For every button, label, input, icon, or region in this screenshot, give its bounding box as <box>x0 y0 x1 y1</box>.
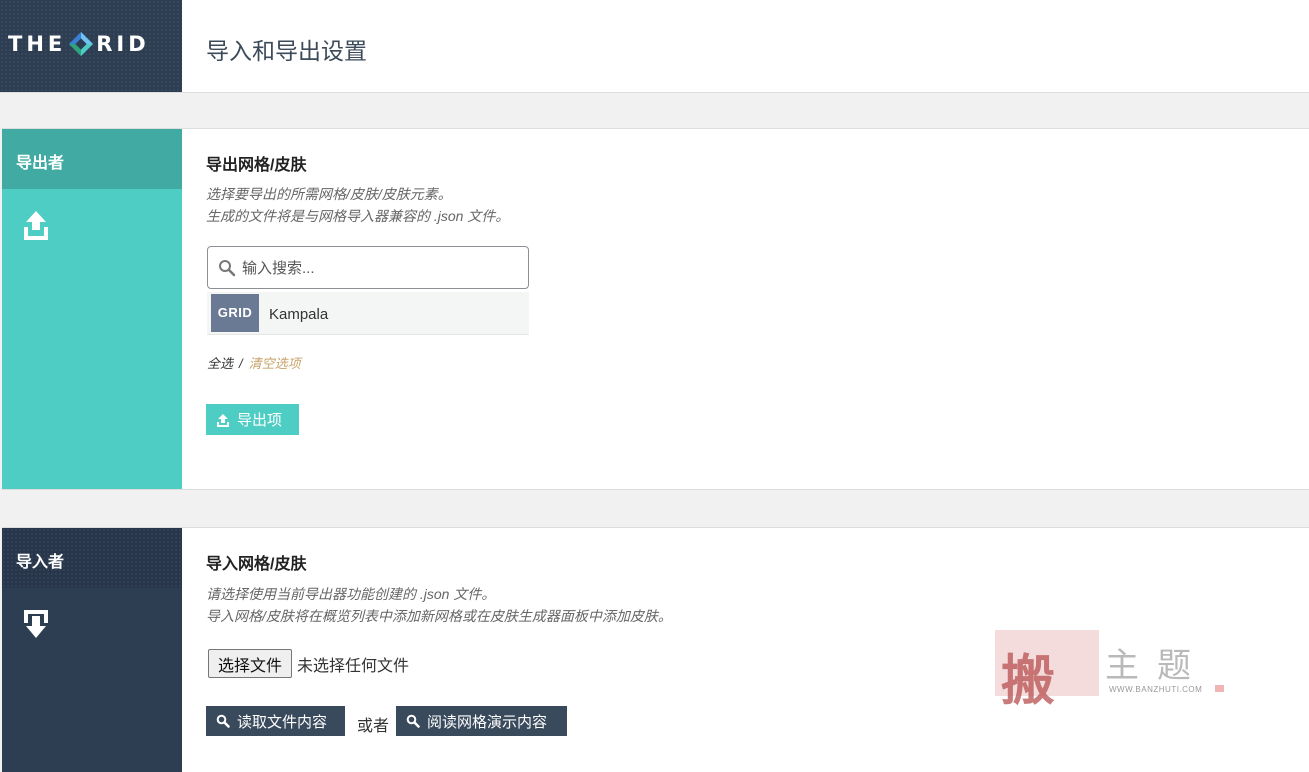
file-input-row: 选择文件 未选择任何文件 <box>208 649 409 678</box>
logo-text-left: THE <box>8 32 67 56</box>
read-button-label: 读取文件内容 <box>237 713 328 731</box>
importer-description: 请选择使用当前导出器功能创建的 .json 文件。 导入网格/皮肤将在概览列表中… <box>206 583 672 627</box>
search-input[interactable] <box>242 257 522 279</box>
search-small-icon <box>406 714 420 728</box>
exporter-desc-line1: 选择要导出的所需网格/皮肤/皮肤元素。 <box>206 186 452 202</box>
exporter-title: 导出网格/皮肤 <box>206 157 307 174</box>
read-demo-button[interactable]: 阅读网格演示内容 <box>396 706 567 736</box>
search-small-icon <box>216 714 230 728</box>
demo-button-label: 阅读网格演示内容 <box>427 713 548 731</box>
page-title: 导入和导出设置 <box>206 38 367 64</box>
watermark-text: 主题 <box>1105 646 1209 686</box>
watermark-dot <box>1215 685 1224 692</box>
importer-desc-line2: 导入网格/皮肤将在概览列表中添加新网格或在皮肤生成器面板中添加皮肤。 <box>206 608 672 624</box>
importer-title: 导入网格/皮肤 <box>206 556 307 573</box>
grid-thumbnail: GRID <box>211 294 259 332</box>
upload-small-icon <box>216 413 230 427</box>
file-status-text: 未选择任何文件 <box>297 657 410 675</box>
the-grid-logo: THE RID <box>0 0 182 92</box>
choose-file-button[interactable]: 选择文件 <box>208 649 293 678</box>
select-all-link[interactable]: 全选 <box>207 356 233 371</box>
importer-desc-line1: 请选择使用当前导出器功能创建的 .json 文件。 <box>206 586 496 602</box>
upload-icon <box>22 209 50 241</box>
read-file-button[interactable]: 读取文件内容 <box>206 706 345 736</box>
selection-links: 全选 / 清空选项 <box>207 353 301 372</box>
exporter-label: 导出者 <box>2 129 182 189</box>
export-button-label: 导出项 <box>237 412 283 429</box>
grid-search-box <box>207 246 529 289</box>
grid-item-name: Kampala <box>269 306 329 323</box>
link-separator: / <box>239 356 243 371</box>
exporter-sidebar: 导出者 <box>2 129 182 489</box>
export-items-button[interactable]: 导出项 <box>206 404 299 435</box>
logo-wordmark: THE RID <box>8 31 150 57</box>
importer-label: 导入者 <box>2 528 182 588</box>
download-icon <box>22 608 50 640</box>
exporter-desc-line2: 生成的文件将是与网格导入器兼容的 .json 文件。 <box>206 208 510 224</box>
logo-text-right: RID <box>96 32 150 56</box>
exporter-content: 导出网格/皮肤 选择要导出的所需网格/皮肤/皮肤元素。 生成的文件将是与网格导入… <box>206 129 1309 489</box>
grid-list-item[interactable]: GRID Kampala <box>207 292 529 335</box>
exporter-description: 选择要导出的所需网格/皮肤/皮肤元素。 生成的文件将是与网格导入器兼容的 .js… <box>206 183 509 227</box>
search-icon <box>218 259 236 277</box>
or-text: 或者 <box>357 718 390 735</box>
watermark-stamp-char: 搬 <box>1001 648 1055 712</box>
watermark-url: WWW.BANZHUTI.COM <box>1109 685 1203 694</box>
logo-diamond-icon <box>68 31 94 57</box>
watermark: 搬 主题 WWW.BANZHUTI.COM <box>995 630 1227 712</box>
clear-selection-link[interactable]: 清空选项 <box>249 356 301 371</box>
importer-sidebar: 导入者 <box>2 528 182 772</box>
exporter-panel: 导出者 导出网格/皮肤 选择要导出的所需网格/皮肤/皮肤元素。 生成的文件将是与… <box>2 128 1309 490</box>
page-header: THE RID 导入和导出设置 <box>0 0 1309 93</box>
